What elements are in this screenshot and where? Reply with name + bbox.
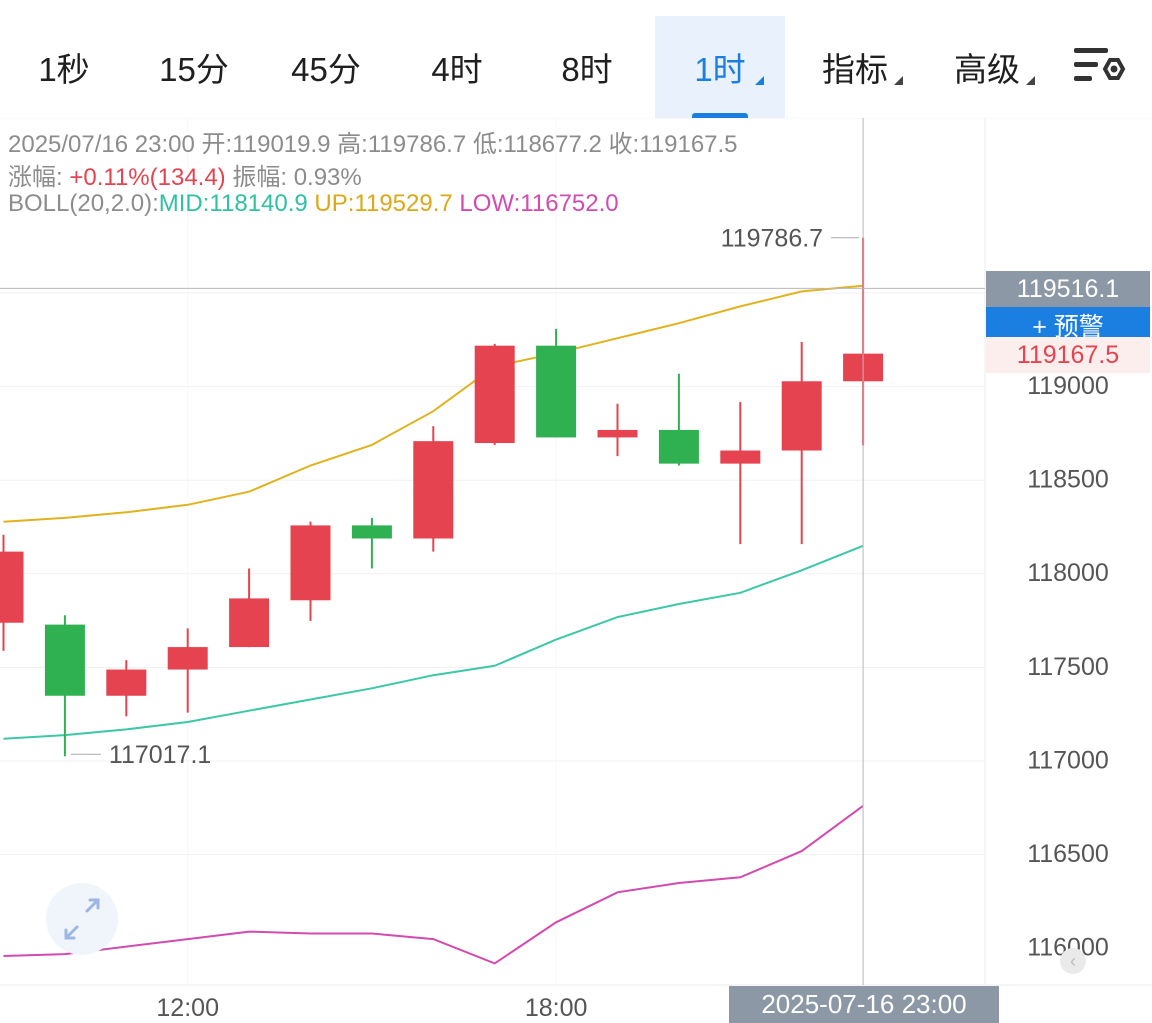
candle-body xyxy=(351,525,392,539)
dropdown-corner-icon xyxy=(1026,76,1035,85)
candle-body xyxy=(229,598,270,648)
tab-4h[interactable]: 4时 xyxy=(412,16,502,118)
crosshair-time-badge: 2025-07-16 23:00 xyxy=(729,986,999,1023)
y-tick-label: 118000 xyxy=(1027,559,1109,587)
close-label: 收: xyxy=(608,131,640,158)
tab-45m[interactable]: 45分 xyxy=(276,16,376,118)
tab-1h-label: 1时 xyxy=(694,51,746,88)
low-value: 118677.2 xyxy=(503,131,602,158)
amplitude-label: 振幅: xyxy=(232,164,288,191)
scroll-left-icon[interactable]: ‹ xyxy=(1060,948,1086,974)
dropdown-corner-icon xyxy=(894,76,903,85)
y-tick-label: 117500 xyxy=(1027,653,1109,681)
tab-advanced-label: 高级 xyxy=(954,51,1020,88)
last-price-value: 119167.5 xyxy=(1016,340,1120,369)
change-value: +0.11%(134.4) xyxy=(69,164,226,191)
boll-low-line xyxy=(3,804,864,965)
boll-mid-value: MID:118140.9 xyxy=(158,190,308,217)
amplitude-value: 0.93% xyxy=(293,164,362,191)
candle-body xyxy=(536,345,577,438)
change-label: 涨幅: xyxy=(8,164,63,191)
tab-1h[interactable]: 1时 xyxy=(655,16,785,118)
candle-body xyxy=(658,429,699,464)
change-info: 涨幅: +0.11%(134.4) 振幅: 0.93% xyxy=(8,157,362,192)
last-price-tag: 119167.5 xyxy=(986,337,1150,373)
candle-body xyxy=(781,381,822,451)
candle-body xyxy=(0,551,24,623)
candle-body xyxy=(44,624,85,696)
low-label: 低: xyxy=(472,131,504,158)
ohlc-info: 2025/07/16 23:00 开:119019.9 高:119786.7 低… xyxy=(8,124,738,159)
high-value: 119786.7 xyxy=(367,131,467,158)
tab-1s[interactable]: 1秒 xyxy=(18,16,110,118)
crosshair-price-value: 119516.1 xyxy=(1016,274,1120,303)
open-label: 开: xyxy=(201,131,233,158)
y-tick-label: 116500 xyxy=(1027,840,1109,868)
candle-body xyxy=(413,441,454,539)
expand-icon xyxy=(64,898,100,940)
open-value: 119019.9 xyxy=(232,131,331,158)
active-tab-underline xyxy=(692,113,748,118)
candle-body xyxy=(597,429,638,438)
settings-icon[interactable] xyxy=(1072,44,1128,90)
expand-button[interactable] xyxy=(46,883,118,955)
y-tick-label: 118500 xyxy=(1027,466,1109,494)
candle-date: 2025/07/16 23:00 xyxy=(8,131,195,158)
close-value: 119167.5 xyxy=(639,131,738,158)
candle-body xyxy=(106,669,147,696)
tab-advanced[interactable]: 高级 xyxy=(932,16,1042,118)
min-marker-label: 117017.1 xyxy=(109,741,211,769)
tab-15m[interactable]: 15分 xyxy=(146,16,242,118)
tab-indicators[interactable]: 指标 xyxy=(800,16,910,118)
tab-indicators-label: 指标 xyxy=(822,51,888,88)
boll-low-value: LOW:116752.0 xyxy=(459,190,619,217)
boll-up-value: UP:119529.7 xyxy=(314,190,453,217)
x-tick-label: 12:00 xyxy=(156,994,219,1022)
candle-body xyxy=(720,450,761,464)
timeframe-toolbar: 1秒 15分 45分 4时 8时 1时 指标 高级 xyxy=(0,0,1152,118)
x-tick-label: 18:00 xyxy=(525,994,588,1022)
crosshair-price-tag: 119516.1 xyxy=(986,271,1150,307)
candle-body xyxy=(167,647,208,670)
dropdown-corner-icon xyxy=(755,76,764,85)
crosshair-time-value: 2025-07-16 23:00 xyxy=(761,989,967,1019)
tab-8h[interactable]: 8时 xyxy=(542,16,632,118)
boll-mid-line xyxy=(3,544,864,740)
candle-body xyxy=(290,525,331,601)
y-tick-label: 117000 xyxy=(1027,746,1109,774)
max-marker-label: 119786.7 xyxy=(721,225,823,253)
y-tick-label: 119000 xyxy=(1027,372,1109,400)
boll-info: BOLL(20,2.0):MID:118140.9 UP:119529.7 LO… xyxy=(8,190,619,218)
high-label: 高: xyxy=(337,131,368,158)
candle-body xyxy=(474,345,515,444)
boll-label: BOLL(20,2.0): xyxy=(8,190,159,217)
